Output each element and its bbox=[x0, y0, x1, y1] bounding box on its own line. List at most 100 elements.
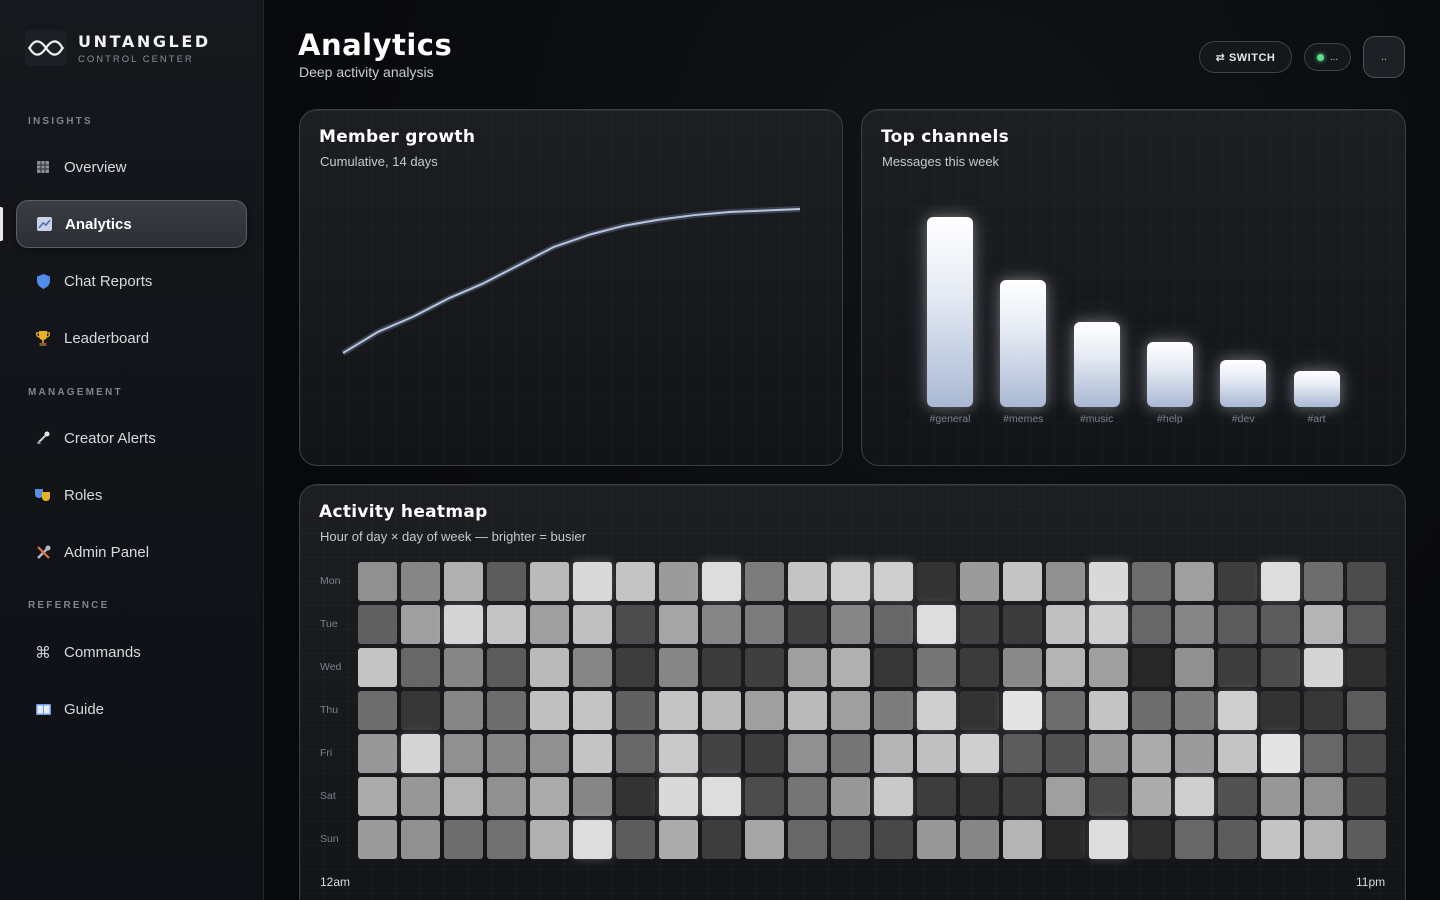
heatmap-cell bbox=[1304, 691, 1343, 730]
heatmap-cell bbox=[1132, 777, 1171, 816]
heatmap-cell bbox=[745, 820, 784, 859]
heatmap-day-label: Fri bbox=[320, 747, 333, 759]
heatmap-cell bbox=[831, 820, 870, 859]
sidebar-item-roles[interactable]: Roles bbox=[16, 471, 247, 519]
sidebar-item-leaderboard[interactable]: Leaderboard bbox=[16, 314, 247, 362]
heatmap-cell bbox=[874, 691, 913, 730]
heatmap-cell bbox=[1003, 562, 1042, 601]
status-dot-icon bbox=[1316, 53, 1324, 61]
brand-subtitle: CONTROL CENTER bbox=[78, 53, 194, 65]
card-subtitle: Messages this week bbox=[882, 154, 1000, 169]
activity-heatmap-card: Activity heatmap Hour of day × day of we… bbox=[299, 484, 1406, 900]
heatmap-cell bbox=[745, 734, 784, 773]
heatmap-cell bbox=[1089, 777, 1128, 816]
heatmap-cell bbox=[831, 562, 870, 601]
heatmap-cell bbox=[659, 691, 698, 730]
sidebar-item-guide[interactable]: Guide bbox=[16, 685, 247, 733]
sidebar-item-overview[interactable]: Overview bbox=[16, 143, 247, 191]
heatmap-cell bbox=[1089, 691, 1128, 730]
heatmap-cell bbox=[1003, 777, 1042, 816]
member-growth-chart bbox=[341, 206, 801, 356]
growth-line-glow bbox=[341, 206, 801, 356]
heatmap-cell bbox=[745, 562, 784, 601]
sidebar-item-label: Analytics bbox=[65, 215, 132, 233]
heatmap-day-label: Sat bbox=[320, 790, 336, 802]
heatmap-cell bbox=[1046, 820, 1085, 859]
heatmap-cell bbox=[1218, 562, 1257, 601]
heatmap-cell bbox=[1132, 562, 1171, 601]
heatmap-cell bbox=[831, 648, 870, 687]
sidebar: UNTANGLED CONTROL CENTER INSIGHTS Overvi… bbox=[0, 0, 264, 900]
sidebar-item-admin-panel[interactable]: Admin Panel bbox=[16, 528, 247, 576]
heatmap-cell bbox=[788, 820, 827, 859]
bar-label: #dev bbox=[1231, 413, 1255, 425]
heatmap-cell bbox=[1261, 777, 1300, 816]
heatmap-cell bbox=[1175, 820, 1214, 859]
heatmap-cell bbox=[1132, 820, 1171, 859]
heatmap-cell bbox=[1175, 691, 1214, 730]
sidebar-item-label: Commands bbox=[64, 643, 141, 661]
heatmap-cell bbox=[573, 691, 612, 730]
sidebar-item-label: Creator Alerts bbox=[64, 429, 156, 447]
page-subtitle: Deep activity analysis bbox=[299, 64, 434, 80]
card-subtitle: Hour of day × day of week — brighter = b… bbox=[320, 529, 586, 544]
avatar[interactable]: .. bbox=[1363, 36, 1405, 78]
heatmap-cell bbox=[573, 648, 612, 687]
switch-button[interactable]: ⇄ SWITCH bbox=[1199, 41, 1292, 73]
heatmap-cell bbox=[401, 691, 440, 730]
bar-art bbox=[1293, 370, 1340, 407]
bar-general bbox=[927, 217, 973, 407]
heatmap-cell bbox=[1261, 605, 1300, 644]
heatmap-cell bbox=[831, 605, 870, 644]
masks-icon bbox=[34, 486, 52, 504]
card-title: Activity heatmap bbox=[319, 502, 488, 522]
member-growth-card: Member growth Cumulative, 14 days bbox=[299, 109, 843, 466]
sidebar-item-chat-reports[interactable]: Chat Reports bbox=[16, 257, 247, 305]
sidebar-item-creator-alerts[interactable]: Creator Alerts bbox=[16, 414, 247, 462]
heatmap-cell bbox=[745, 605, 784, 644]
heatmap-cell bbox=[1046, 562, 1085, 601]
heatmap-cell bbox=[788, 605, 827, 644]
heatmap-day-label: Mon bbox=[320, 575, 341, 587]
heatmap-cell bbox=[1218, 691, 1257, 730]
sidebar-item-analytics[interactable]: Analytics bbox=[16, 200, 247, 248]
bar-label: #music bbox=[1079, 413, 1114, 425]
heatmap-cell bbox=[1003, 734, 1042, 773]
heatmap-cell bbox=[487, 562, 526, 601]
heatmap-cell bbox=[1261, 648, 1300, 687]
heatmap-cell bbox=[1089, 605, 1128, 644]
bar-label: #general bbox=[929, 413, 971, 425]
heatmap-cell bbox=[917, 562, 956, 601]
heatmap-cell bbox=[1132, 605, 1171, 644]
heatmap-cell bbox=[1175, 648, 1214, 687]
heatmap-cell bbox=[1304, 820, 1343, 859]
heatmap-cell bbox=[401, 820, 440, 859]
heatmap-cell bbox=[960, 734, 999, 773]
heatmap-cell bbox=[530, 820, 569, 859]
heatmap-cell bbox=[1347, 734, 1386, 773]
heatmap-cell bbox=[659, 734, 698, 773]
heatmap-cell bbox=[1218, 648, 1257, 687]
heatmap-cell bbox=[1089, 648, 1128, 687]
page-title: Analytics bbox=[298, 28, 453, 62]
status-indicator[interactable]: ... bbox=[1304, 43, 1351, 71]
command-icon: ⌘ bbox=[35, 642, 51, 662]
heatmap-cell bbox=[659, 777, 698, 816]
heatmap-cell bbox=[530, 691, 569, 730]
heatmap-cell bbox=[530, 648, 569, 687]
heatmap-cell bbox=[702, 820, 741, 859]
heatmap-cell bbox=[917, 691, 956, 730]
heatmap-cell bbox=[1175, 562, 1214, 601]
brand[interactable]: UNTANGLED CONTROL CENTER bbox=[25, 30, 211, 66]
grid-icon bbox=[34, 158, 52, 176]
heatmap-cell bbox=[1003, 820, 1042, 859]
heatmap-cell bbox=[1132, 648, 1171, 687]
heatmap-cell bbox=[1046, 777, 1085, 816]
sidebar-item-commands[interactable]: ⌘ Commands bbox=[16, 628, 247, 676]
heatmap-cell bbox=[1261, 820, 1300, 859]
heatmap-cell bbox=[358, 734, 397, 773]
heatmap-cell bbox=[573, 734, 612, 773]
sidebar-item-label: Roles bbox=[64, 486, 103, 504]
heatmap-cell bbox=[917, 820, 956, 859]
heatmap-cell bbox=[960, 605, 999, 644]
